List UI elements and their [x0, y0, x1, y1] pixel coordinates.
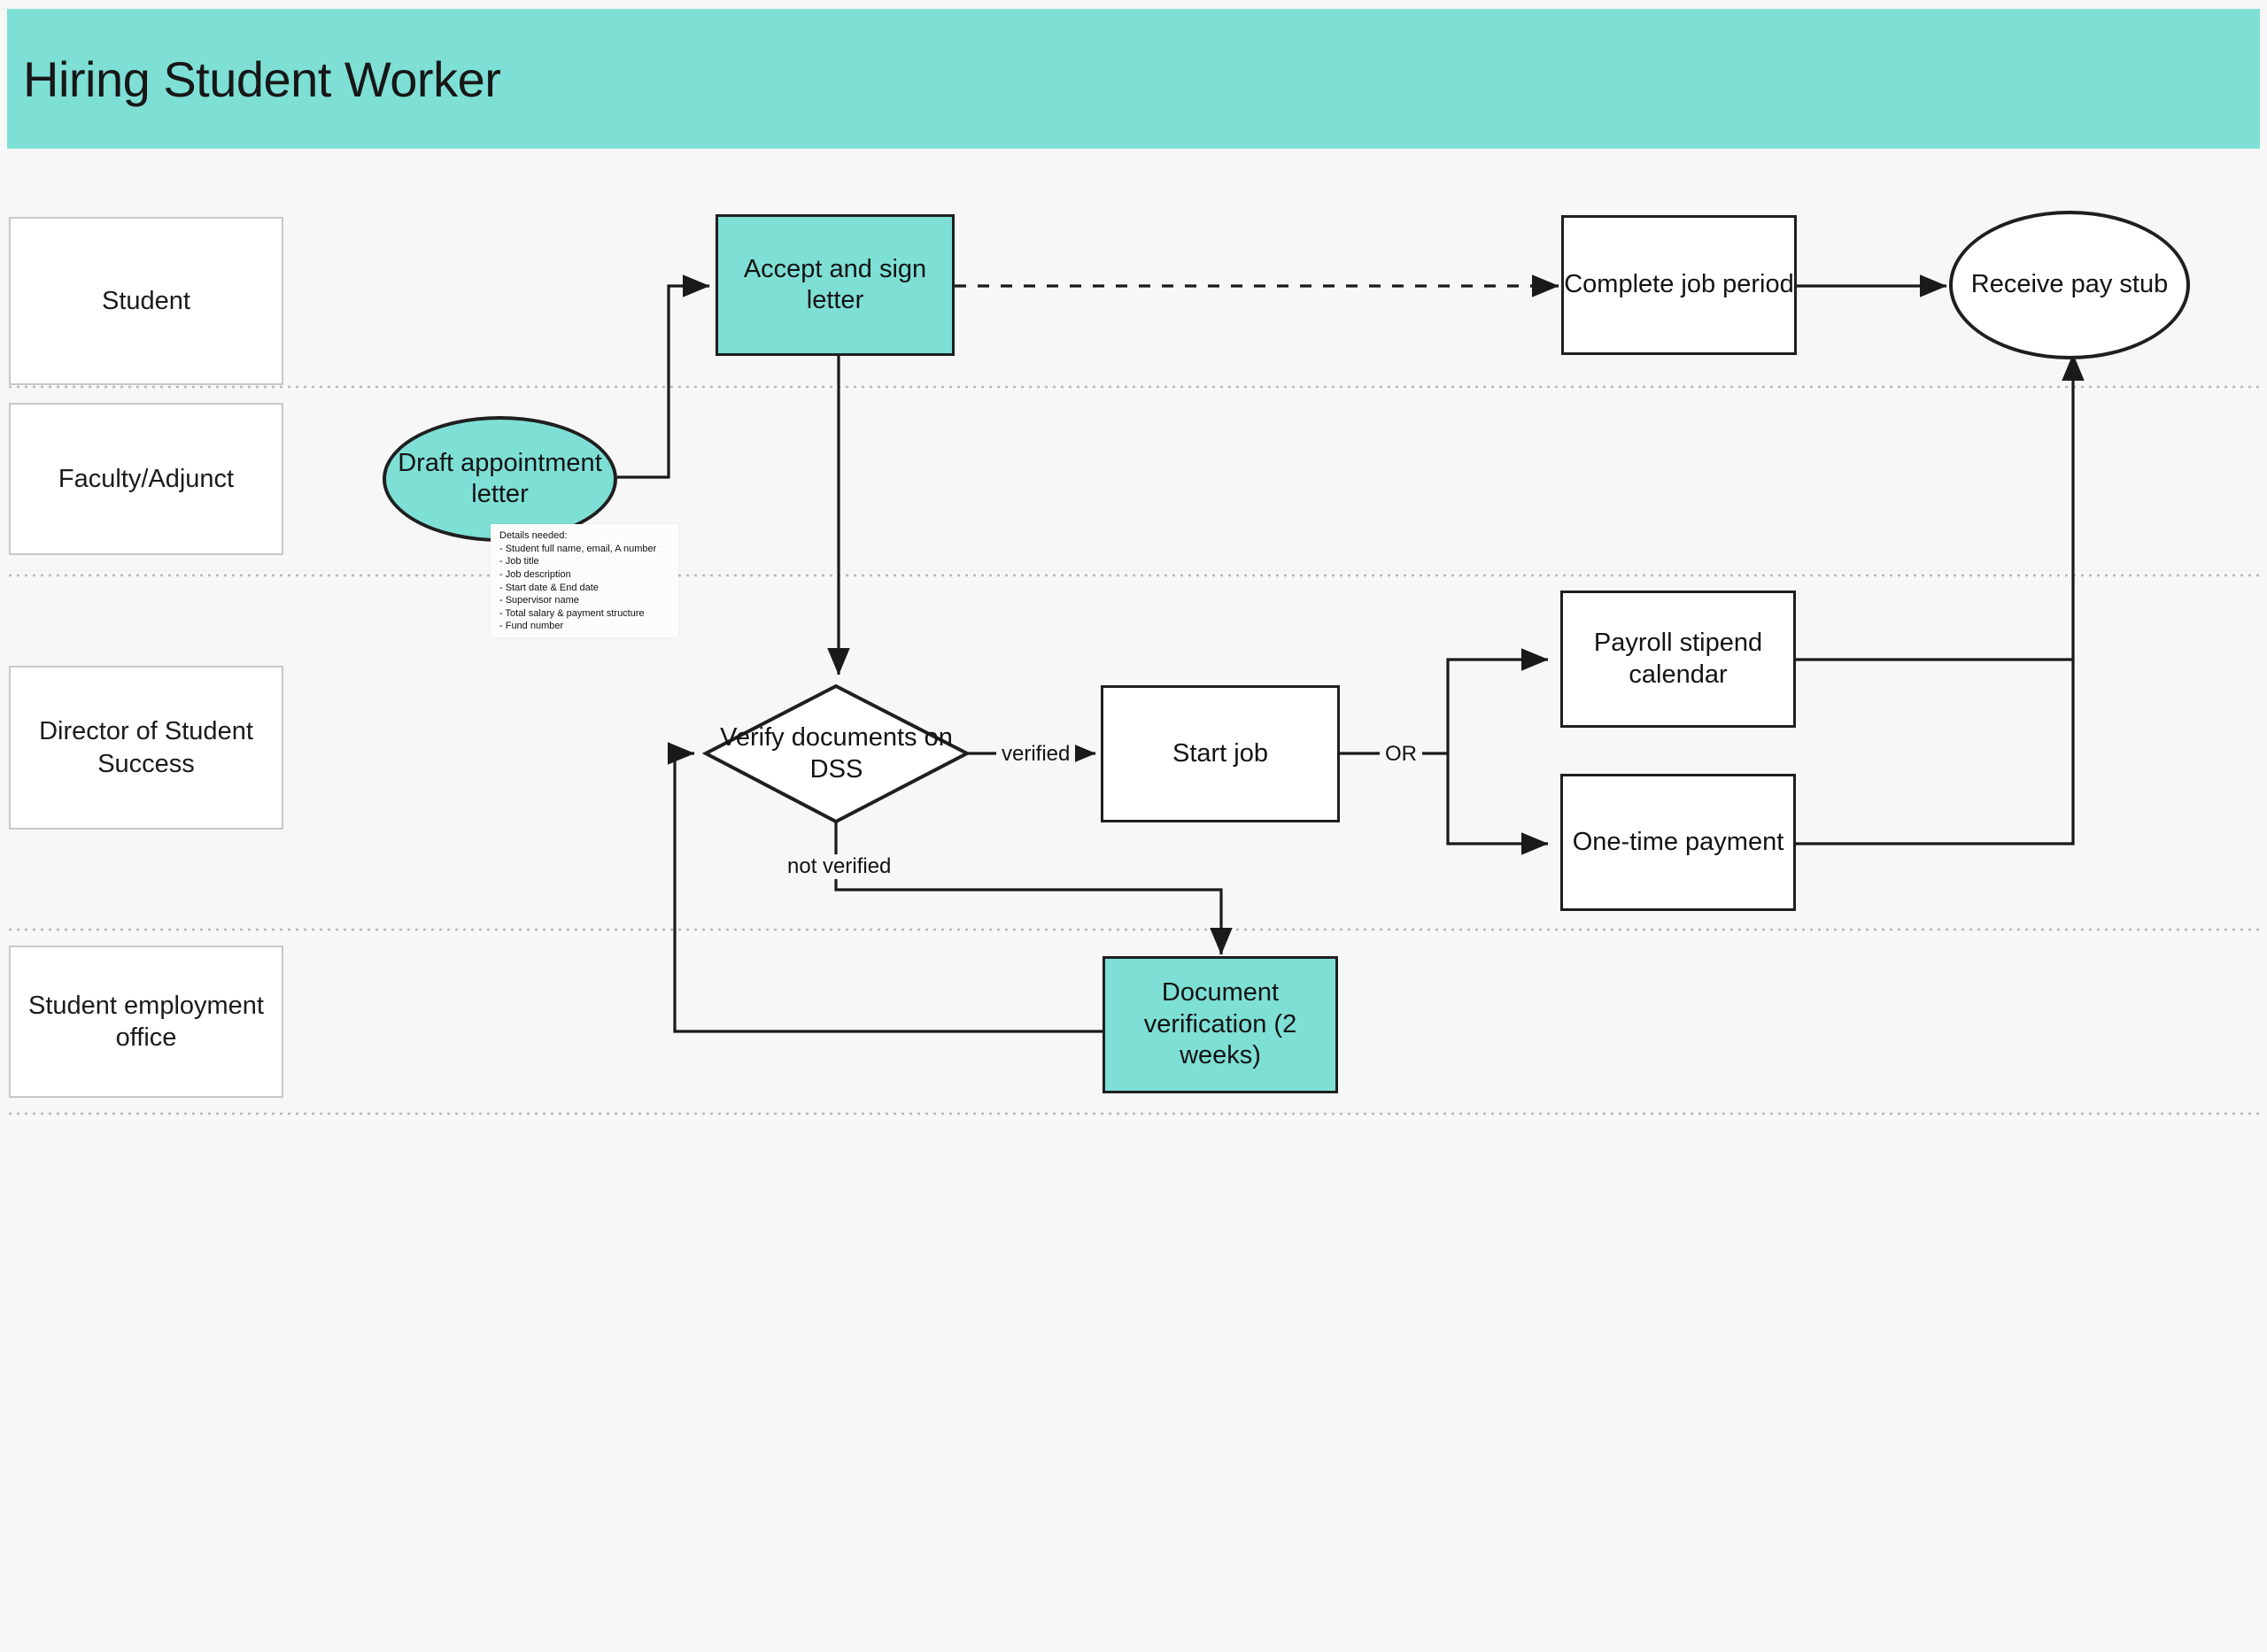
node-complete-job-period[interactable]: Complete job period	[1561, 215, 1797, 355]
edge-notverified-to-docverification	[834, 822, 1233, 955]
edge-label-verified: verified	[996, 742, 1076, 767]
lane-label-text: Director of Student Success	[39, 717, 253, 778]
edge-label-not-verified: not verified	[782, 854, 897, 879]
node-label: Accept and sign letter	[743, 254, 927, 314]
node-document-verification[interactable]: Document verification (2 weeks)	[1103, 956, 1338, 1093]
lane-label-student: Student	[9, 217, 283, 385]
note-item: - Job title	[499, 556, 539, 567]
node-label: Payroll stipend calendar	[1593, 629, 1763, 689]
note-item: - Total salary & payment structure	[499, 607, 645, 619]
edge-or-to-onetime	[1446, 753, 1549, 855]
lane-label-text: Student employment office	[28, 991, 264, 1052]
note-item: - Start date & End date	[499, 582, 599, 593]
node-payroll-stipend-calendar[interactable]: Payroll stipend calendar	[1560, 591, 1796, 728]
lane-label-director-of-student-success: Director of Student Success	[9, 666, 283, 830]
node-label: One-time payment	[1572, 827, 1784, 856]
lane-label-text: Faculty/Adjunct	[58, 464, 235, 493]
node-label: Start job	[1172, 738, 1268, 768]
node-verify-documents-on-dss[interactable]: Verify documents on DSS	[706, 686, 967, 822]
node-label: Document verification (2 weeks)	[1143, 978, 1297, 1070]
node-label: Draft appointment letter	[398, 448, 602, 508]
node-label: Receive pay stub	[1970, 270, 2169, 299]
lane-label-faculty-adjunct: Faculty/Adjunct	[9, 403, 283, 555]
note-item: - Student full name, email, A number	[499, 543, 657, 554]
node-label: Complete job period	[1564, 270, 1794, 299]
edge-label-or: OR	[1380, 742, 1422, 767]
node-receive-pay-stub[interactable]: Receive pay stub	[1949, 211, 2190, 359]
node-accept-and-sign-letter[interactable]: Accept and sign letter	[716, 214, 955, 356]
diagram-canvas	[9, 274, 2260, 1115]
node-label: Verify documents on DSS	[720, 723, 953, 784]
node-draft-appointment-letter[interactable]: Draft appointment letter	[383, 416, 617, 542]
lane-label-student-employment-office: Student employment office	[9, 946, 283, 1098]
node-start-job[interactable]: Start job	[1101, 685, 1340, 822]
page-title: Hiring Student Worker	[23, 50, 501, 107]
note-item: - Job description	[499, 568, 571, 580]
edge-onetime-to-rail	[1795, 660, 2075, 845]
lane-label-text: Student	[102, 286, 190, 315]
note-item: - Supervisor name	[499, 595, 579, 606]
edge-or-to-payroll	[1446, 648, 1549, 753]
edge-draft-to-accept	[617, 274, 710, 479]
title-banner: Hiring Student Worker	[7, 9, 2260, 149]
note-item: - Fund number	[499, 621, 564, 632]
note-heading: Details needed:	[499, 530, 568, 541]
node-one-time-payment[interactable]: One-time payment	[1560, 774, 1796, 911]
edge-payroll-to-paystub	[1795, 353, 2085, 661]
details-needed-note: Details needed: - Student full name, ema…	[491, 524, 678, 637]
